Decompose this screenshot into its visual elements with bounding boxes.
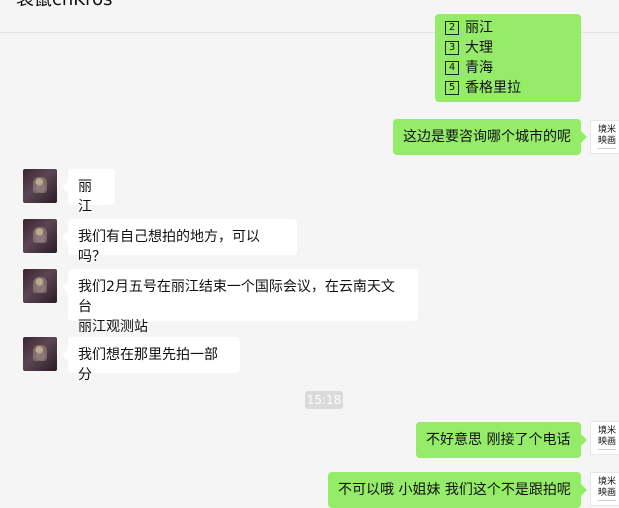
list-item-text: 丽江 (465, 20, 493, 36)
list-number: 4 (445, 61, 459, 75)
avatar[interactable] (23, 169, 57, 203)
list-item-text: 青海 (465, 60, 493, 76)
list-item: 2 丽江 (445, 18, 571, 38)
chat-title: 袋鼠cnKros (16, 0, 113, 12)
list-item: 3 大理 (445, 38, 571, 58)
message-bubble-incoming[interactable]: 我们2月五号在丽江结束一个国际会议，在云南天文台 丽江观测站 (62, 269, 418, 335)
list-number: 5 (445, 81, 459, 95)
avatar[interactable]: 境米 映画 (590, 120, 619, 154)
list-number: 2 (445, 21, 459, 35)
message-bubble-incoming[interactable]: 我们想在那里先拍一部分 (62, 337, 240, 383)
list-item-text: 大理 (465, 40, 493, 56)
avatar[interactable] (23, 219, 57, 253)
list-item-text: 香格里拉 (465, 80, 521, 96)
avatar[interactable]: 境米 映画 (590, 472, 619, 506)
message-timestamp: 15:18 (305, 391, 343, 409)
message-bubble-incoming[interactable]: 我们有自己想拍的地方，可以吗？ (62, 219, 297, 265)
message-bubble-incoming[interactable]: 丽江 (62, 169, 115, 215)
message-bubble-outgoing[interactable]: 不可以哦 小姐妹 我们这个不是跟拍呢 (328, 472, 587, 508)
message-line: 丽江观测站 (78, 319, 148, 335)
list-item: 4 青海 (445, 58, 571, 78)
location-list-bubble: 2 丽江 3 大理 4 青海 5 香格里拉 (435, 14, 581, 102)
avatar[interactable] (23, 337, 57, 371)
message-line: 我们2月五号在丽江结束一个国际会议，在云南天文台 (78, 279, 395, 315)
avatar[interactable] (23, 269, 57, 303)
avatar[interactable]: 境米 映画 (590, 421, 619, 455)
message-bubble-outgoing[interactable]: 这边是要咨询哪个城市的呢 (393, 119, 587, 155)
list-number: 3 (445, 41, 459, 55)
list-item: 5 香格里拉 (445, 78, 571, 98)
message-bubble-outgoing[interactable]: 不好意思 刚接了个电话 (416, 422, 587, 458)
